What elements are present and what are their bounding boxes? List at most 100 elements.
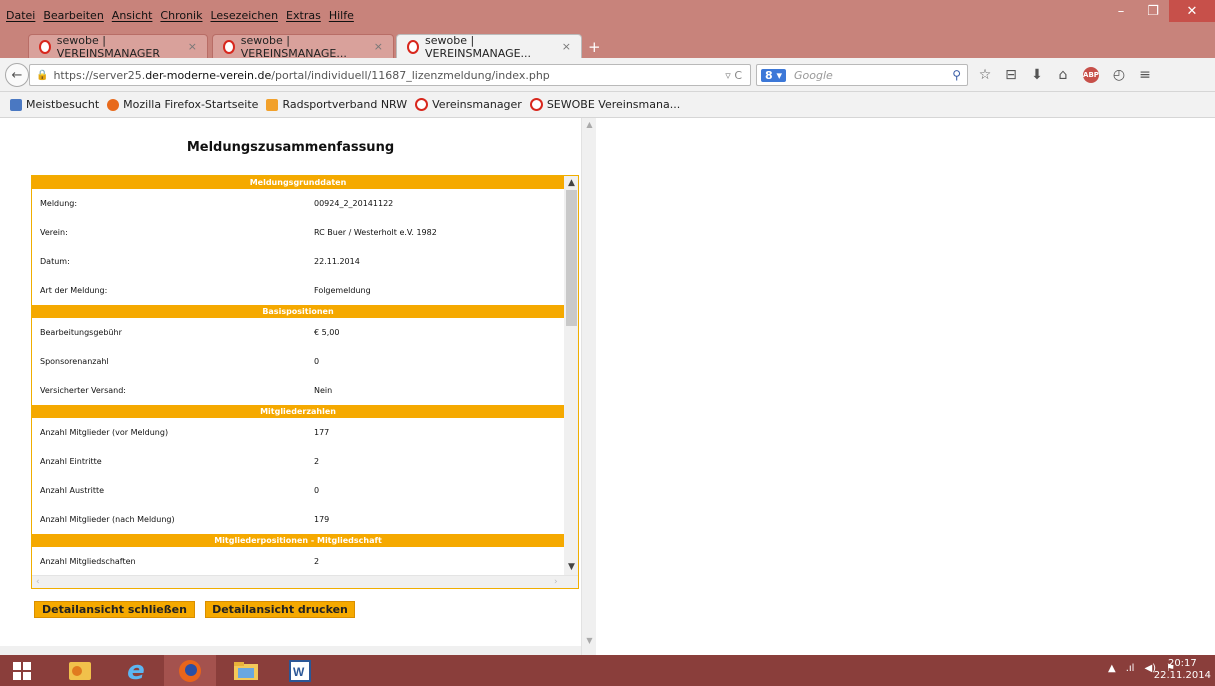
signal-icon[interactable]: .ıl bbox=[1126, 663, 1135, 674]
sync-icon[interactable]: ◴ bbox=[1106, 64, 1132, 86]
outlook-icon bbox=[69, 661, 91, 680]
scrollbar-thumb[interactable] bbox=[566, 190, 577, 326]
rss-icon bbox=[266, 98, 279, 111]
menu-chronik[interactable]: Chronik bbox=[160, 9, 202, 22]
scroll-down-arrow-icon[interactable]: ▼ bbox=[564, 562, 578, 572]
tab-2[interactable]: sewobe | VEREINSMANAGE... × bbox=[212, 34, 394, 60]
page-title: Meldungszusammenfassung bbox=[186, 140, 395, 155]
taskbar-clock[interactable]: 20:17 22.11.2014 bbox=[1154, 658, 1211, 682]
row-label: Anzahl Mitgliedschaften bbox=[40, 557, 136, 566]
bookmarks-menu-icon[interactable]: ⊟ bbox=[998, 64, 1024, 86]
menu-lesezeichen[interactable]: Lesezeichen bbox=[210, 9, 278, 22]
back-button[interactable]: ← bbox=[5, 63, 29, 87]
search-icon[interactable]: ⚲ bbox=[952, 68, 961, 82]
word-icon: W bbox=[289, 659, 311, 682]
taskbar-firefox[interactable] bbox=[164, 655, 216, 686]
tab-3-active[interactable]: sewobe | VEREINSMANAGE... × bbox=[396, 33, 582, 60]
scroll-down-arrow-icon[interactable]: ▼ bbox=[582, 636, 597, 645]
row-label: Meldung: bbox=[40, 199, 78, 208]
row-value: 22.11.2014 bbox=[314, 257, 360, 266]
taskbar-outlook[interactable] bbox=[54, 655, 106, 686]
start-button[interactable] bbox=[0, 655, 44, 686]
bookmark-firefox-startseite[interactable]: Mozilla Firefox-Startseite bbox=[107, 98, 258, 111]
scroll-left-arrow-icon[interactable]: ‹ bbox=[36, 577, 40, 587]
row-label: Verein: bbox=[40, 228, 68, 237]
taskbar-word[interactable]: W bbox=[274, 655, 326, 686]
sewobe-favicon-icon bbox=[529, 98, 543, 111]
file-explorer-icon bbox=[234, 661, 258, 680]
section-header: Basispositionen bbox=[32, 305, 564, 318]
table-row: Anzahl Mitgliedschaften 2 bbox=[32, 547, 564, 575]
frame-horizontal-scrollbar[interactable] bbox=[0, 646, 581, 655]
taskbar-file-explorer[interactable] bbox=[220, 655, 272, 686]
taskbar: e W ▲ .ıl ◀) ⚑ 20:17 22.11.2014 bbox=[0, 655, 1215, 686]
scroll-up-arrow-icon[interactable]: ▲ bbox=[582, 120, 597, 129]
minimize-button[interactable]: – bbox=[1105, 0, 1137, 22]
menu-ansicht[interactable]: Ansicht bbox=[112, 9, 153, 22]
bookmark-meistbesucht[interactable]: Meistbesucht bbox=[10, 98, 99, 111]
bookmark-radsportverband[interactable]: Radsportverband NRW bbox=[266, 98, 407, 111]
url-host: der-moderne-verein.de bbox=[145, 68, 272, 82]
tab-close-icon[interactable]: × bbox=[374, 40, 383, 53]
table-row: Anzahl Mitglieder (nach Meldung) 179 bbox=[32, 505, 564, 534]
home-icon[interactable]: ⌂ bbox=[1050, 64, 1076, 86]
row-label: Datum: bbox=[40, 257, 70, 266]
row-label: Sponsorenanzahl bbox=[40, 357, 109, 366]
adblock-icon[interactable]: ABP bbox=[1076, 64, 1106, 86]
row-value: Folgemeldung bbox=[314, 286, 371, 295]
restore-button[interactable]: ❐ bbox=[1137, 0, 1169, 22]
row-label: Anzahl Mitglieder (vor Meldung) bbox=[40, 428, 169, 437]
reload-icon[interactable]: ▿ C bbox=[725, 69, 742, 82]
hamburger-menu-icon[interactable]: ≡ bbox=[1132, 64, 1158, 86]
bookmark-label: Vereinsmanager bbox=[432, 98, 522, 111]
search-bar[interactable]: 8 ▾ Google ⚲ bbox=[756, 64, 968, 86]
clock-time: 20:17 bbox=[1167, 658, 1197, 669]
row-label: Anzahl Eintritte bbox=[40, 457, 102, 466]
bookmark-star-icon[interactable]: ☆ bbox=[972, 64, 998, 86]
search-placeholder: Google bbox=[794, 68, 833, 82]
table-row: Sponsorenanzahl 0 bbox=[32, 347, 564, 376]
close-window-button[interactable]: ✕ bbox=[1169, 0, 1215, 22]
menu-hilfe[interactable]: Hilfe bbox=[329, 9, 354, 22]
row-label: Versicherter Versand: bbox=[40, 386, 126, 395]
url-bar[interactable]: 🔒 https://server25. der-moderne-verein.de… bbox=[29, 64, 751, 86]
print-detail-button[interactable]: Detailansicht drucken bbox=[205, 601, 355, 618]
panel-horizontal-scrollbar[interactable]: ‹ › bbox=[32, 575, 578, 588]
tab-title: sewobe | VEREINSMANAGE... bbox=[424, 33, 532, 60]
taskbar-internet-explorer[interactable]: e bbox=[110, 655, 162, 686]
table-row: Anzahl Austritte 0 bbox=[32, 476, 564, 505]
menu-datei[interactable]: Datei bbox=[6, 9, 35, 22]
close-detail-button[interactable]: Detailansicht schließen bbox=[34, 601, 195, 618]
table-row: Verein: RC Buer / Westerholt e.V. 1982 bbox=[32, 218, 564, 247]
tray-expand-icon[interactable]: ▲ bbox=[1108, 663, 1116, 674]
clock-date: 22.11.2014 bbox=[1153, 670, 1211, 681]
sewobe-favicon-icon bbox=[223, 39, 235, 54]
row-value: 0 bbox=[314, 357, 320, 366]
bookmark-sewobe[interactable]: SEWOBE Vereinsmana... bbox=[529, 98, 680, 111]
new-tab-button[interactable]: + bbox=[588, 38, 601, 56]
menu-bar: Datei Bearbeiten Ansicht Chronik Lesezei… bbox=[6, 9, 354, 22]
lock-icon: 🔒 bbox=[36, 69, 49, 81]
firefox-icon bbox=[179, 659, 201, 682]
url-path: /portal/individuell/11687_lizenzmeldung/… bbox=[271, 68, 550, 82]
menu-extras[interactable]: Extras bbox=[286, 9, 321, 22]
page-content: Meldungszusammenfassung Meldungsgrunddat… bbox=[0, 118, 1215, 655]
table-row: Datum: 22.11.2014 bbox=[32, 247, 564, 276]
internet-explorer-icon: e bbox=[127, 655, 145, 686]
download-icon[interactable]: ⬇ bbox=[1024, 64, 1050, 86]
bookmark-vereinsmanager[interactable]: Vereinsmanager bbox=[415, 98, 522, 111]
scroll-up-arrow-icon[interactable]: ▲ bbox=[564, 178, 578, 188]
search-engine-icon[interactable]: 8 ▾ bbox=[761, 68, 787, 82]
tab-title: sewobe | VEREINSMANAGER bbox=[56, 33, 160, 60]
scroll-right-arrow-icon[interactable]: › bbox=[554, 577, 558, 587]
frame-vertical-scrollbar[interactable]: ▲ ▼ bbox=[581, 118, 596, 655]
section-header: Meldungsgrunddaten bbox=[32, 176, 564, 189]
menu-bearbeiten[interactable]: Bearbeiten bbox=[43, 9, 103, 22]
tab-1[interactable]: sewobe | VEREINSMANAGER × bbox=[28, 33, 208, 60]
window-controls: – ❐ ✕ bbox=[1105, 0, 1215, 22]
tab-close-icon[interactable]: × bbox=[188, 40, 197, 53]
panel-vertical-scrollbar[interactable]: ▲ ▼ bbox=[564, 176, 578, 575]
tab-close-icon[interactable]: × bbox=[562, 40, 571, 53]
sewobe-favicon-icon bbox=[415, 98, 429, 111]
table-row: Anzahl Eintritte 2 bbox=[32, 447, 564, 476]
